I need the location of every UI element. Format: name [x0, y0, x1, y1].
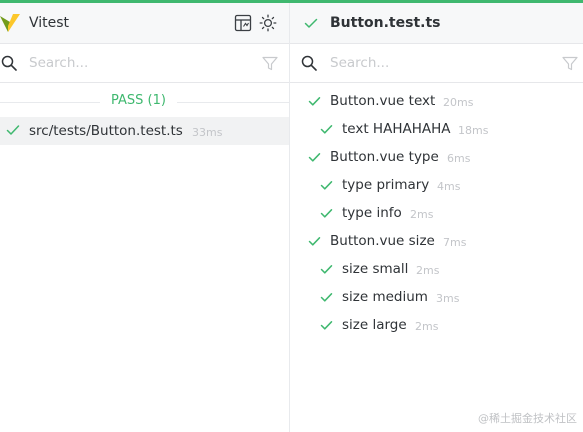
check-icon: [308, 153, 321, 162]
right-header: Button.test.ts: [290, 3, 583, 44]
watermark-text: @稀土掘金技术社区: [478, 412, 577, 425]
test-name: Button.vue size: [330, 233, 435, 249]
test-name: size medium: [342, 289, 428, 305]
test-name: Button.vue text: [330, 93, 436, 109]
search-icon: [1, 55, 17, 71]
test-details-panel: Button.test.ts Button.vue text 20ms text H…: [290, 3, 583, 432]
filter-icon[interactable]: [562, 56, 578, 71]
check-icon: [320, 209, 333, 218]
check-icon: [308, 237, 321, 246]
file-title: Button.test.ts: [330, 15, 441, 31]
search-icon: [301, 55, 317, 71]
check-icon: [320, 321, 333, 330]
right-search-bar: [290, 44, 583, 83]
check-icon: [304, 18, 318, 28]
test-duration: 7ms: [443, 236, 467, 249]
pass-section-header: PASS (1): [0, 93, 289, 111]
theme-toggle-icon[interactable]: [259, 14, 277, 32]
test-duration: 2ms: [415, 320, 439, 333]
test-file-item[interactable]: src/tests/Button.test.ts 33ms: [0, 117, 289, 145]
test-duration: 18ms: [458, 124, 489, 137]
test-files-panel: Vitest PASS (1): [0, 3, 289, 432]
test-duration: 2ms: [416, 264, 440, 277]
left-search-input[interactable]: [29, 53, 249, 73]
test-duration: 20ms: [443, 96, 474, 109]
test-name: size large: [342, 317, 407, 333]
right-search-input[interactable]: [330, 53, 550, 73]
check-icon: [6, 125, 20, 135]
test-duration: 2ms: [410, 208, 434, 221]
test-file-name: src/tests/Button.test.ts: [29, 123, 183, 139]
test-duration: 4ms: [437, 180, 461, 193]
check-icon: [320, 125, 333, 134]
test-duration: 6ms: [447, 152, 471, 165]
test-duration: 3ms: [436, 292, 460, 305]
divider: [0, 102, 100, 103]
check-icon: [320, 265, 333, 274]
vitest-logo-icon: [0, 14, 20, 32]
test-name: size small: [342, 261, 409, 277]
divider: [177, 102, 289, 103]
test-name: text HAHAHAHA: [342, 121, 451, 137]
test-name: type info: [342, 205, 402, 221]
filter-icon[interactable]: [262, 56, 278, 71]
dashboard-icon[interactable]: [234, 14, 252, 32]
left-search-bar: [0, 44, 289, 83]
check-icon: [320, 293, 333, 302]
app-title: Vitest: [29, 15, 70, 31]
test-name: Button.vue type: [330, 149, 439, 165]
check-icon: [308, 97, 321, 106]
test-file-duration: 33ms: [192, 126, 223, 139]
test-name: type primary: [342, 177, 430, 193]
left-header: Vitest: [0, 3, 289, 44]
pass-count-label: PASS (1): [111, 93, 166, 108]
check-icon: [320, 181, 333, 190]
